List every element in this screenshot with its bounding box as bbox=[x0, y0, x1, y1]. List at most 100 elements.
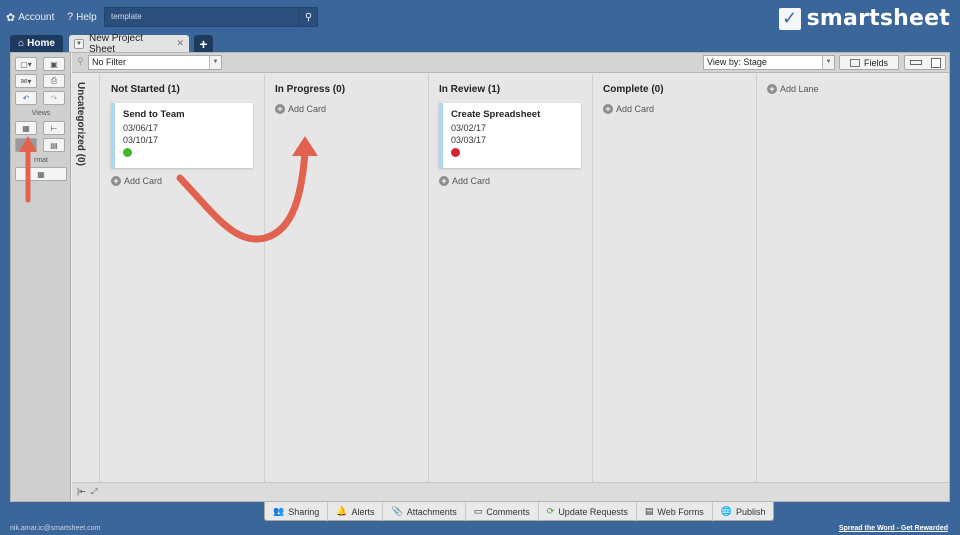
left-toolbar: ▢▾ ▣ ✉▾ ⎙ ↶ ↷ Views ▦ ⊢ ▪▪ ▤ rmat ▦ bbox=[11, 53, 71, 501]
printer-icon: ⎙ bbox=[50, 76, 58, 85]
paperclip-icon: 📎 bbox=[391, 506, 403, 516]
logo: ✓ smartsheet bbox=[778, 6, 950, 31]
sharing-label: Sharing bbox=[288, 506, 320, 517]
new-sheet-button[interactable]: ▢▾ bbox=[15, 57, 37, 71]
plus-circle-icon: + bbox=[767, 84, 777, 94]
add-card-link[interactable]: + Add Card bbox=[603, 104, 654, 114]
tab-home-label: Home bbox=[27, 38, 55, 49]
update-requests-button[interactable]: ⟳ Update Requests bbox=[539, 502, 637, 521]
search-input[interactable]: template bbox=[104, 7, 300, 27]
card-start-date: 03/06/17 bbox=[123, 123, 159, 133]
undo-button[interactable]: ↶ bbox=[15, 91, 37, 105]
expand-icon[interactable]: ⤢ bbox=[91, 487, 97, 497]
card-end-date: 03/03/17 bbox=[451, 135, 487, 145]
add-lane-link[interactable]: + Add Lane bbox=[767, 84, 819, 94]
envelope-icon: ✉▾ bbox=[20, 76, 32, 86]
tab-home[interactable]: ⌂ Home bbox=[10, 35, 63, 52]
account-label: Account bbox=[18, 12, 55, 23]
add-card-link[interactable]: + Add Card bbox=[111, 176, 162, 186]
search-button[interactable]: ⚲ bbox=[300, 7, 318, 27]
uncategorized-label: Uncategorized (0) bbox=[75, 82, 86, 166]
checkmark-logo-icon: ✓ bbox=[778, 7, 801, 30]
card-size-toggle[interactable] bbox=[904, 55, 946, 70]
web-forms-label: Web Forms bbox=[657, 506, 704, 517]
publish-button[interactable]: 🌐 Publish bbox=[713, 502, 774, 521]
lane-not-started: Not Started (1) Send to Team 03/06/17 03… bbox=[101, 74, 265, 482]
tab-new-project-sheet[interactable]: ▼ New Project Sheet ✕ bbox=[69, 33, 189, 55]
collapse-lanes-icon[interactable]: |⇤ bbox=[77, 487, 86, 496]
plus-circle-icon: + bbox=[439, 176, 449, 186]
plus-circle-icon: + bbox=[603, 104, 613, 114]
alerts-button[interactable]: 🔔 Alerts bbox=[328, 502, 384, 521]
format-button[interactable]: ▦ bbox=[15, 167, 67, 181]
filter-icon[interactable]: ⚲ bbox=[77, 56, 84, 67]
filter-value: No Filter bbox=[92, 57, 127, 67]
add-card-label: Add Card bbox=[288, 104, 327, 114]
card-view-button[interactable]: ▪▪ bbox=[15, 138, 37, 152]
redo-icon: ↷ bbox=[50, 93, 58, 103]
add-lane-label: Add Lane bbox=[780, 84, 819, 94]
card-create-spreadsheet[interactable]: Create Spreadsheet 03/02/17 03/03/17 bbox=[439, 103, 581, 168]
email-button[interactable]: ✉▾ bbox=[15, 74, 37, 88]
views-label: Views bbox=[31, 110, 51, 117]
people-icon: 👥 bbox=[273, 506, 285, 516]
add-card-label: Add Card bbox=[124, 176, 163, 186]
view-by-value: View by: Stage bbox=[707, 57, 767, 67]
card-title: Create Spreadsheet bbox=[451, 109, 541, 120]
gantt-icon: ⊢ bbox=[50, 123, 58, 133]
view-by-select[interactable]: View by: Stage ▼ bbox=[703, 55, 835, 70]
lane-title: Complete (0) bbox=[603, 84, 664, 95]
home-icon: ⌂ bbox=[18, 38, 25, 49]
fields-button[interactable]: Fields bbox=[839, 55, 899, 70]
gear-icon: ✿ bbox=[6, 12, 16, 24]
add-card-link[interactable]: + Add Card bbox=[439, 176, 490, 186]
sharing-button[interactable]: 👥 Sharing bbox=[265, 502, 329, 521]
card-board: Uncategorized (0) Not Started (1) Send t… bbox=[72, 74, 949, 482]
grid-view-button[interactable]: ▦ bbox=[15, 121, 37, 135]
card-send-to-team[interactable]: Send to Team 03/06/17 03/10/17 bbox=[111, 103, 253, 168]
lane-in-review: In Review (1) Create Spreadsheet 03/02/1… bbox=[429, 74, 593, 482]
redo-button[interactable]: ↷ bbox=[43, 91, 65, 105]
tab-dropdown-icon[interactable]: ▼ bbox=[74, 38, 84, 49]
fields-label: Fields bbox=[863, 57, 888, 68]
web-forms-button[interactable]: ▤ Web Forms bbox=[637, 502, 713, 521]
alerts-label: Alerts bbox=[351, 506, 375, 517]
lane-title: Not Started (1) bbox=[111, 84, 180, 95]
search-icon: ⚲ bbox=[304, 11, 313, 23]
promo-link[interactable]: Spread the Word - Get Rewarded bbox=[839, 525, 948, 532]
lane-title: In Progress (0) bbox=[275, 84, 346, 95]
comment-icon: ▭ bbox=[473, 506, 483, 516]
card-title: Send to Team bbox=[123, 109, 185, 120]
sheet-window: ▢▾ ▣ ✉▾ ⎙ ↶ ↷ Views ▦ ⊢ ▪▪ ▤ rmat ▦ ⚲ No… bbox=[10, 52, 950, 502]
account-link[interactable]: ✿ Account bbox=[6, 11, 54, 24]
attachments-button[interactable]: 📎 Attachments bbox=[383, 502, 466, 521]
question-icon: ? bbox=[67, 11, 74, 23]
filter-select[interactable]: No Filter ▼ bbox=[88, 55, 222, 70]
plus-circle-icon: + bbox=[111, 176, 121, 186]
print-button[interactable]: ⎙ bbox=[43, 74, 65, 88]
calendar-icon: ▤ bbox=[50, 140, 58, 150]
add-tab-button[interactable]: + bbox=[194, 35, 213, 52]
gantt-view-button[interactable]: ⊢ bbox=[43, 121, 65, 135]
chevron-down-icon: ▼ bbox=[209, 56, 221, 69]
calendar-view-button[interactable]: ▤ bbox=[43, 138, 65, 152]
compact-card-icon[interactable] bbox=[909, 60, 922, 65]
grid-icon: ▦ bbox=[22, 123, 30, 133]
globe-icon: 🌐 bbox=[720, 506, 732, 516]
tab-bar: ⌂ Home ▼ New Project Sheet ✕ + bbox=[10, 33, 213, 55]
uncategorized-lane: Uncategorized (0) bbox=[72, 74, 100, 482]
comments-label: Comments bbox=[486, 506, 530, 517]
user-email: nik.amar.ic@smartsheet.com bbox=[10, 525, 101, 532]
help-link[interactable]: ? Help bbox=[67, 11, 97, 23]
update-request-icon: ⟳ bbox=[546, 506, 555, 516]
logo-text: smartsheet bbox=[806, 6, 950, 31]
card-start-date: 03/02/17 bbox=[451, 123, 487, 133]
full-card-icon[interactable] bbox=[930, 57, 941, 68]
lane-complete: Complete (0) + Add Card bbox=[593, 74, 757, 482]
save-button[interactable]: ▣ bbox=[43, 57, 65, 71]
add-card-link[interactable]: + Add Card bbox=[275, 104, 326, 114]
close-icon[interactable]: ✕ bbox=[176, 38, 184, 49]
save-icon: ▣ bbox=[50, 59, 58, 69]
bottom-toolbar: 👥 Sharing 🔔 Alerts 📎 Attachments ▭ Comme… bbox=[264, 502, 775, 521]
comments-button[interactable]: ▭ Comments bbox=[466, 502, 539, 521]
